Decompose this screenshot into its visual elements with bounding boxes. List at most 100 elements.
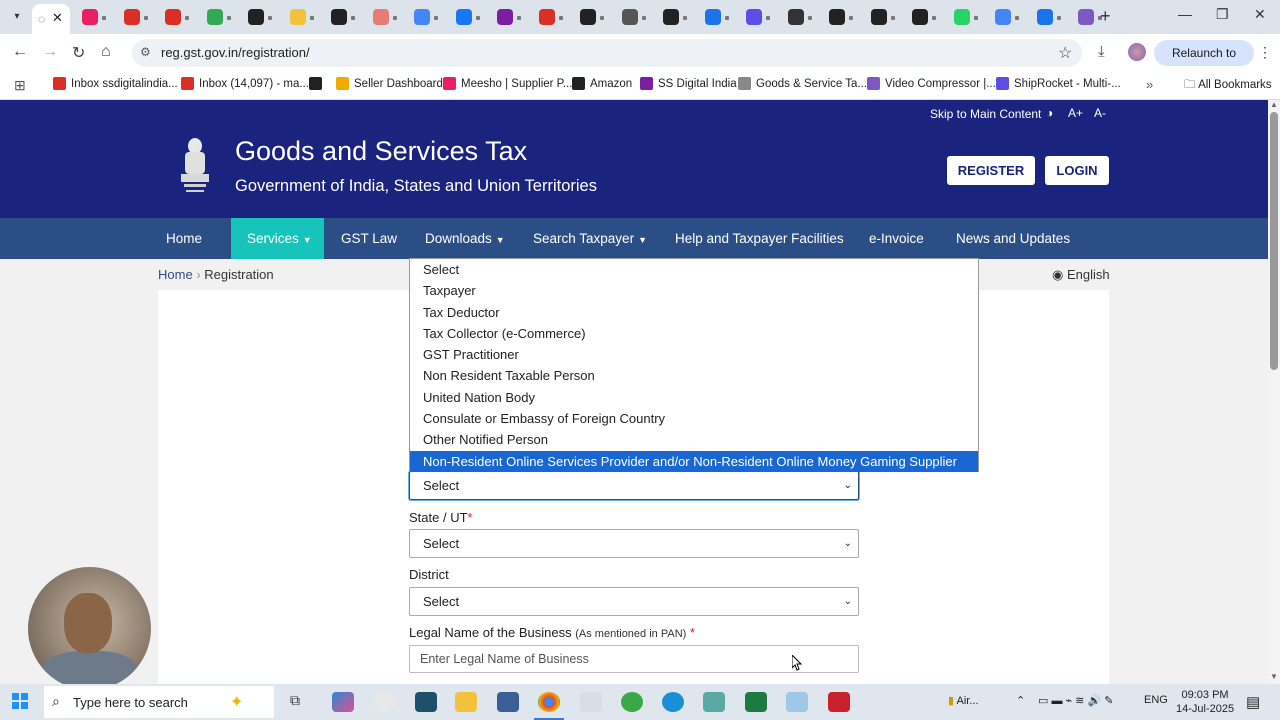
- bookmark-item[interactable]: [309, 77, 327, 90]
- browser-tab[interactable]: [284, 6, 326, 28]
- tray-icons[interactable]: ▭ ▬ ⌁ ≋ 🔊 ✎: [1038, 694, 1113, 707]
- font-decrease-button[interactable]: A-: [1094, 106, 1106, 120]
- scroll-thumb[interactable]: [1270, 112, 1278, 370]
- browser-tab[interactable]: [906, 6, 948, 28]
- active-tab[interactable]: ◌ ✕: [32, 4, 70, 34]
- excel-icon[interactable]: [745, 692, 767, 712]
- browser-menu-icon[interactable]: ⋮: [1258, 44, 1272, 61]
- task-view-icon[interactable]: ⧉: [290, 692, 312, 712]
- reload-icon[interactable]: ↻: [72, 43, 85, 63]
- dropdown-option[interactable]: United Nation Body: [410, 387, 978, 408]
- login-button[interactable]: LOGIN: [1045, 156, 1109, 185]
- browser-tab[interactable]: [201, 6, 243, 28]
- maximize-icon[interactable]: ❐: [1216, 6, 1229, 23]
- browser-tab[interactable]: [325, 6, 367, 28]
- download-icon[interactable]: ⤓: [1098, 43, 1105, 60]
- edge-icon[interactable]: [662, 692, 684, 712]
- font-increase-button[interactable]: A+: [1068, 106, 1083, 120]
- browser-tab[interactable]: [657, 6, 699, 28]
- more-bookmarks-icon[interactable]: »: [1146, 77, 1153, 92]
- app-icon[interactable]: [621, 692, 643, 712]
- district-select[interactable]: Select ⌄: [409, 587, 859, 616]
- scroll-up-icon[interactable]: ▲: [1270, 100, 1278, 109]
- browser-tab[interactable]: [242, 6, 284, 28]
- tab-search-icon[interactable]: ▾: [8, 8, 26, 26]
- bookmark-item[interactable]: SS Digital India: [640, 77, 737, 90]
- dropdown-option[interactable]: Taxpayer: [410, 280, 978, 301]
- app-icon[interactable]: [497, 692, 519, 712]
- register-button[interactable]: REGISTER: [947, 156, 1035, 185]
- browser-tab[interactable]: [491, 6, 533, 28]
- browser-tab[interactable]: [367, 6, 409, 28]
- new-tab-icon[interactable]: +: [1100, 6, 1111, 27]
- dropdown-option[interactable]: Other Notified Person: [410, 429, 978, 450]
- app-icon[interactable]: [786, 692, 808, 712]
- scroll-down-icon[interactable]: ▼: [1270, 672, 1278, 681]
- bookmark-item[interactable]: Amazon: [572, 77, 632, 90]
- browser-tab[interactable]: [76, 6, 118, 28]
- bookmark-item[interactable]: Meesho | Supplier P...: [443, 77, 572, 90]
- copilot-icon[interactable]: [332, 692, 354, 712]
- opera-icon[interactable]: [374, 692, 396, 712]
- nav-home[interactable]: Home: [150, 218, 218, 259]
- browser-tab[interactable]: [408, 6, 450, 28]
- all-bookmarks[interactable]: 🗀 All Bookmarks: [1184, 77, 1272, 96]
- bookmark-item[interactable]: Video Compressor |...: [867, 77, 996, 90]
- browser-tab[interactable]: [823, 6, 865, 28]
- chrome-icon[interactable]: [538, 692, 560, 712]
- bookmark-item[interactable]: Inbox (14,097) - ma...: [181, 77, 309, 90]
- minimize-icon[interactable]: —: [1178, 6, 1192, 22]
- breadcrumb-home[interactable]: Home: [158, 267, 193, 282]
- site-info-icon[interactable]: ⚙: [140, 45, 151, 59]
- browser-tab[interactable]: [450, 6, 492, 28]
- browser-tab[interactable]: [1031, 6, 1073, 28]
- browser-tab[interactable]: [740, 6, 782, 28]
- browser-tab[interactable]: [865, 6, 907, 28]
- bookmark-item[interactable]: ShipRocket - Multi-...: [996, 77, 1121, 90]
- relaunch-button[interactable]: Relaunch to update: [1154, 40, 1254, 86]
- tray-chevron-icon[interactable]: ⌃: [1016, 694, 1025, 707]
- home-icon[interactable]: ⌂: [101, 43, 111, 61]
- browser-tab[interactable]: [118, 6, 160, 28]
- weather-widget[interactable]: ▮ Air...: [948, 694, 979, 707]
- browser-tab[interactable]: [782, 6, 824, 28]
- dropdown-option[interactable]: Non-Resident Online Services Provider an…: [410, 450, 978, 472]
- bookmark-item[interactable]: Inbox ssdigitalindia...: [53, 77, 178, 90]
- nav-einvoice[interactable]: e-Invoice: [853, 218, 940, 259]
- bookmark-item[interactable]: Seller Dashboard: [336, 77, 443, 90]
- apps-grid-icon[interactable]: ⊞: [14, 77, 26, 94]
- app-icon[interactable]: [703, 692, 725, 712]
- taskbar-search[interactable]: ⌕ Type here to search ✦: [44, 686, 274, 718]
- browser-tab[interactable]: [699, 6, 741, 28]
- state-select[interactable]: Select ⌄: [409, 529, 859, 558]
- file-explorer-icon[interactable]: [455, 692, 477, 712]
- browser-tab[interactable]: [574, 6, 616, 28]
- notification-icon[interactable]: ▤: [1246, 693, 1260, 711]
- nav-gst-law[interactable]: GST Law: [325, 218, 413, 259]
- bookmark-item[interactable]: Goods & Service Ta...: [738, 77, 867, 90]
- dropdown-option[interactable]: GST Practitioner: [410, 344, 978, 365]
- browser-tab[interactable]: [989, 6, 1031, 28]
- forward-icon[interactable]: →: [42, 43, 58, 61]
- profile-avatar[interactable]: [1128, 43, 1146, 61]
- system-clock[interactable]: 09:03 PM 14-Jul-2025: [1176, 688, 1234, 716]
- language-selector[interactable]: ◉ English: [1052, 267, 1110, 283]
- input-language[interactable]: ENG: [1144, 694, 1168, 706]
- pdf-reader-icon[interactable]: [828, 692, 850, 712]
- nav-services[interactable]: Services ▼: [231, 218, 324, 259]
- browser-tab[interactable]: [616, 6, 658, 28]
- skip-to-main-link[interactable]: Skip to Main Content: [930, 107, 1041, 121]
- nav-help[interactable]: Help and Taxpayer Facilities: [659, 218, 860, 259]
- browser-tab[interactable]: [533, 6, 575, 28]
- dropdown-option[interactable]: Non Resident Taxable Person: [410, 365, 978, 386]
- url-field[interactable]: ⚙ reg.gst.gov.in/registration/: [132, 39, 1082, 67]
- contrast-toggle-icon[interactable]: ◑: [1046, 106, 1053, 120]
- bookmark-star-icon[interactable]: ☆: [1058, 43, 1072, 63]
- dropdown-option[interactable]: Select: [410, 259, 978, 280]
- back-icon[interactable]: ←: [12, 43, 28, 61]
- page-scrollbar[interactable]: ▲ ▼: [1268, 100, 1280, 684]
- browser-tab[interactable]: [159, 6, 201, 28]
- app-icon[interactable]: [580, 692, 602, 712]
- browser-tab[interactable]: [948, 6, 990, 28]
- close-tab-icon[interactable]: ✕: [52, 10, 63, 26]
